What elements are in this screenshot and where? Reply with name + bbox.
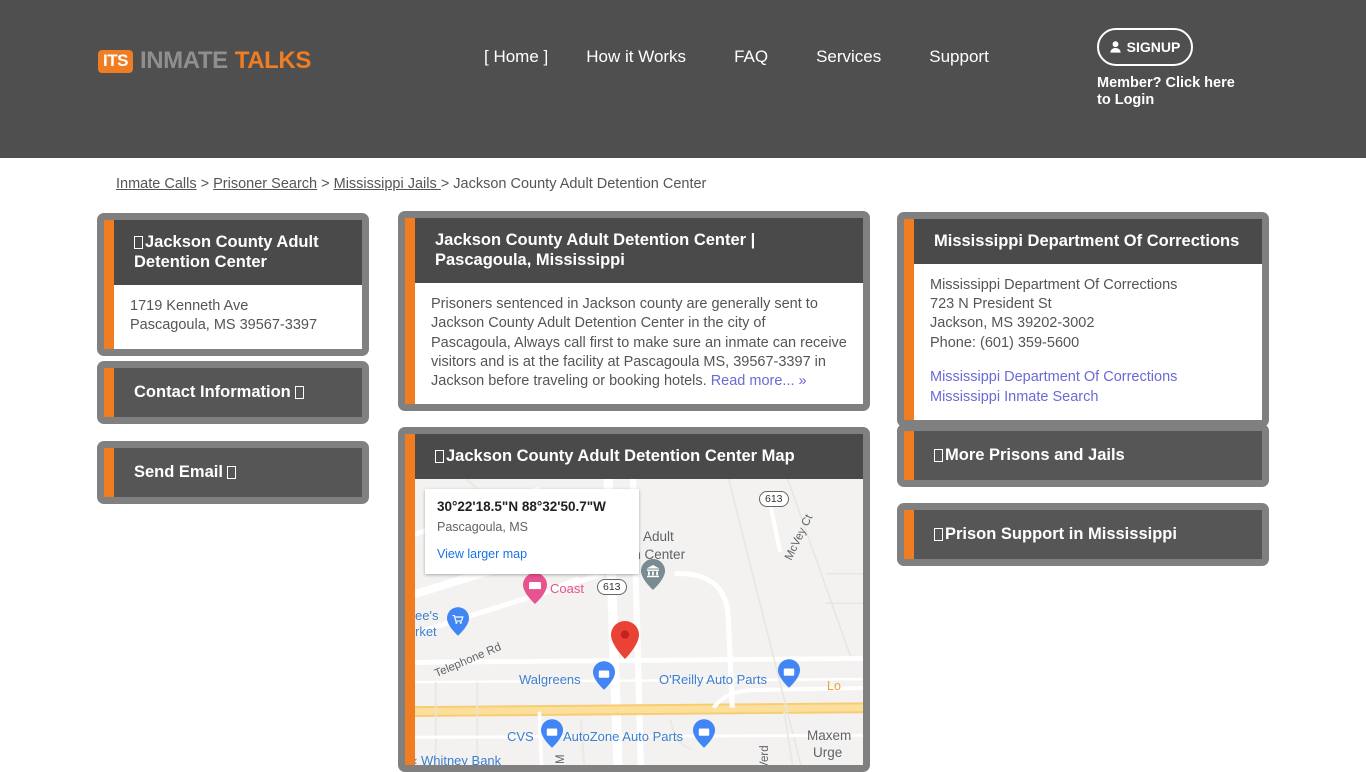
member-login-link[interactable]: Member? Click here to Login bbox=[1097, 75, 1249, 109]
overview-card-title: Jackson County Adult Detention Center | … bbox=[415, 218, 863, 284]
card-accent-bar bbox=[104, 368, 114, 418]
list-icon bbox=[934, 449, 943, 462]
more-prisons-label: More Prisons and Jails bbox=[945, 446, 1125, 464]
view-larger-map-link[interactable]: View larger map bbox=[437, 547, 527, 561]
more-prisons-button[interactable]: More Prisons and Jails bbox=[914, 431, 1262, 481]
mdoc-line-1: Mississippi Department Of Corrections bbox=[930, 277, 1178, 294]
contact-information-card[interactable]: Contact Information bbox=[97, 361, 369, 425]
breadcrumb-item-inmate-calls[interactable]: Inmate Calls bbox=[116, 176, 197, 192]
signup-button-label: SIGNUP bbox=[1126, 39, 1181, 55]
nav-item-home[interactable]: [ Home ] bbox=[470, 47, 562, 67]
prison-support-button[interactable]: Prison Support in Mississippi bbox=[914, 510, 1262, 560]
contact-information-label: Contact Information bbox=[134, 383, 291, 401]
facility-overview-card: Jackson County Adult Detention Center | … bbox=[398, 211, 870, 411]
overview-card-body: Prisoners sentenced in Jackson county ar… bbox=[415, 283, 863, 404]
breadcrumb-item-current: Jackson County Adult Detention Center bbox=[453, 176, 707, 192]
mdoc-card-body: Mississippi Department Of Corrections 72… bbox=[914, 264, 1262, 420]
map-pin-icon bbox=[435, 450, 444, 463]
main-navigation: [ Home ] How it Works FAQ Services Suppo… bbox=[470, 47, 1013, 67]
card-accent-bar bbox=[904, 510, 914, 560]
card-accent-bar bbox=[904, 219, 914, 420]
send-email-button[interactable]: Send Email bbox=[114, 448, 362, 498]
nav-item-how-it-works[interactable]: How it Works bbox=[562, 47, 710, 67]
send-email-card[interactable]: Send Email bbox=[97, 441, 369, 505]
breadcrumb-item-mississippi-jails[interactable]: Mississippi Jails bbox=[334, 176, 441, 192]
nav-item-faq[interactable]: FAQ bbox=[710, 47, 792, 67]
google-map-embed[interactable]: 613 613 Adult Detention Center Coast bbox=[415, 479, 863, 765]
breadcrumb-separator-1: > bbox=[200, 176, 210, 192]
prison-support-label: Prison Support in Mississippi bbox=[945, 525, 1177, 543]
logo-text-inmate: INMATE bbox=[139, 47, 228, 74]
user-icon bbox=[1110, 41, 1121, 53]
map-card-title-row: Jackson County Adult Detention Center Ma… bbox=[415, 434, 863, 480]
signup-button[interactable]: SIGNUP bbox=[1097, 28, 1193, 66]
more-prisons-card[interactable]: More Prisons and Jails bbox=[897, 424, 1269, 488]
facility-card-title: Jackson County Adult Detention Center bbox=[134, 233, 319, 272]
card-accent-bar bbox=[104, 220, 114, 349]
breadcrumb: Inmate Calls > Prisoner Search > Mississ… bbox=[116, 176, 706, 192]
card-accent-bar bbox=[405, 218, 415, 404]
facility-address-block: 1719 Kenneth Ave Pascagoula, MS 39567-33… bbox=[114, 285, 362, 349]
phone-icon bbox=[294, 386, 304, 399]
logo-badge-its: ITS bbox=[98, 49, 133, 73]
facility-map-card: Jackson County Adult Detention Center Ma… bbox=[398, 427, 870, 772]
read-more-link[interactable]: Read more... » bbox=[711, 373, 807, 389]
map-city-label: Pascagoula, MS bbox=[437, 520, 529, 535]
card-accent-bar bbox=[104, 448, 114, 498]
logo-text-talks: TALKS bbox=[234, 47, 312, 74]
card-accent-bar bbox=[904, 431, 914, 481]
breadcrumb-separator-2: > bbox=[321, 176, 330, 192]
nav-item-support[interactable]: Support bbox=[905, 47, 1013, 67]
map-info-card: 30°22'18.5"N 88°32'50.7"W Pascagoula, MS… bbox=[425, 489, 639, 575]
support-icon bbox=[934, 528, 943, 541]
facility-address-line2: Pascagoula, MS 39567-3397 bbox=[130, 317, 318, 334]
facility-address-line1: 1719 Kenneth Ave bbox=[130, 298, 249, 315]
signup-area: SIGNUP Member? Click here to Login bbox=[1097, 28, 1277, 109]
map-coordinates: 30°22'18.5"N 88°32'50.7"W bbox=[437, 499, 606, 515]
breadcrumb-item-prisoner-search[interactable]: Prisoner Search bbox=[213, 176, 317, 192]
prison-support-card[interactable]: Prison Support in Mississippi bbox=[897, 503, 1269, 567]
mdoc-link-inmate-search[interactable]: Mississippi Inmate Search bbox=[930, 387, 1246, 407]
mdoc-info-card: Mississippi Department Of Corrections Mi… bbox=[897, 212, 1269, 427]
mdoc-line-4: Phone: (601) 359-5600 bbox=[930, 334, 1080, 351]
send-email-label: Send Email bbox=[134, 463, 223, 481]
nav-item-services[interactable]: Services bbox=[792, 47, 905, 67]
mdoc-link-corrections[interactable]: Mississippi Department Of Corrections bbox=[930, 367, 1246, 387]
facility-info-card: Jackson County Adult Detention Center 17… bbox=[97, 213, 369, 356]
site-header: ITS INMATE TALKS [ Home ] How it Works FA… bbox=[0, 0, 1366, 158]
mdoc-line-2: 723 N President St bbox=[930, 296, 1052, 313]
mdoc-line-3: Jackson, MS 39202-3002 bbox=[930, 315, 1095, 332]
building-icon bbox=[134, 236, 143, 249]
mdoc-links: Mississippi Department Of Corrections Mi… bbox=[930, 367, 1246, 407]
envelope-icon bbox=[226, 466, 236, 479]
facility-card-title-row: Jackson County Adult Detention Center bbox=[114, 220, 362, 286]
breadcrumb-separator-3: > bbox=[440, 176, 450, 192]
card-accent-bar bbox=[405, 434, 415, 765]
mdoc-card-title: Mississippi Department Of Corrections bbox=[914, 219, 1262, 265]
map-card-title: Jackson County Adult Detention Center Ma… bbox=[446, 447, 795, 465]
site-logo[interactable]: ITS INMATE TALKS bbox=[98, 47, 311, 75]
contact-information-button[interactable]: Contact Information bbox=[114, 368, 362, 418]
